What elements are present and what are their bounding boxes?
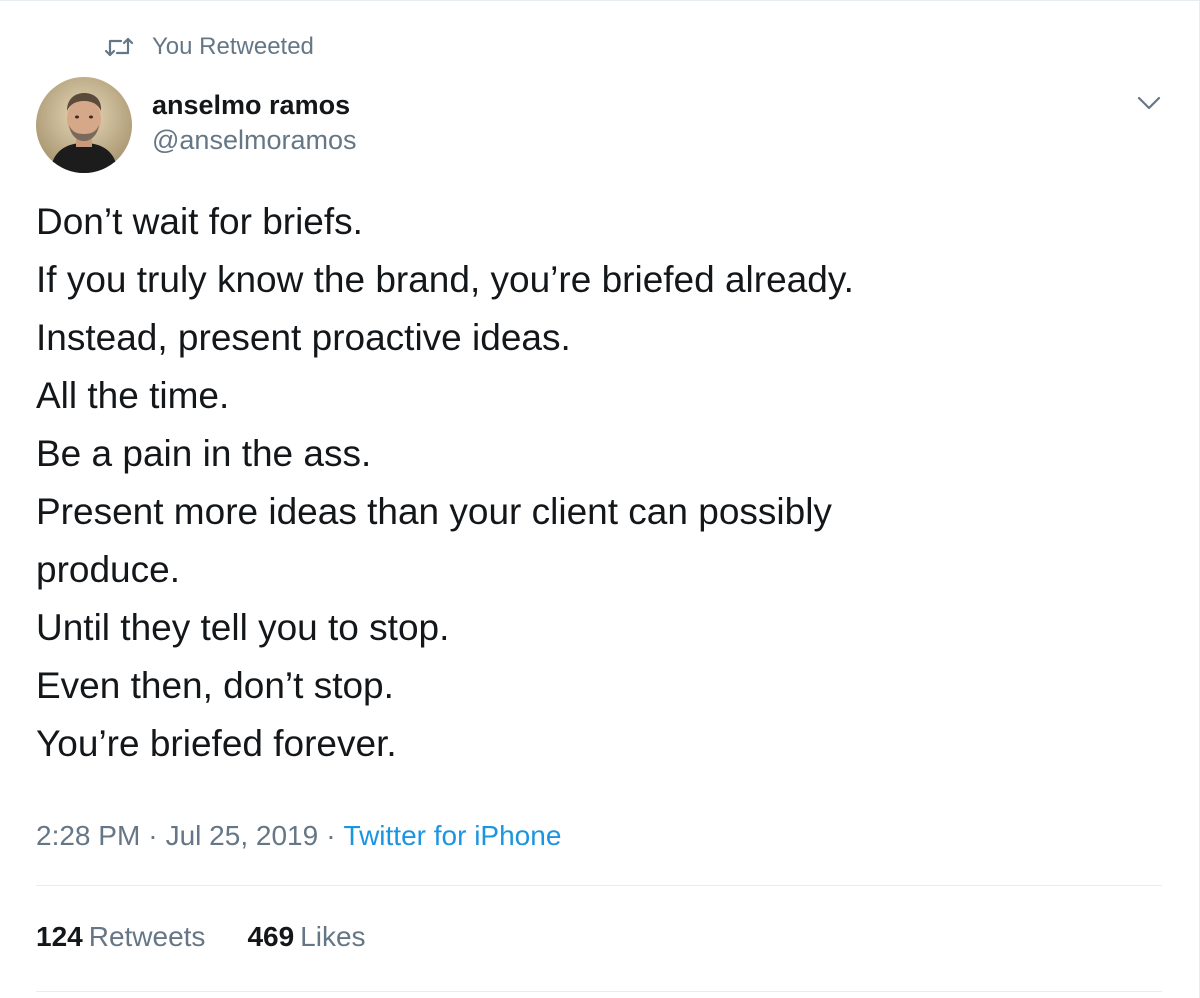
tweet-line: Present more ideas than your client can …: [36, 491, 832, 532]
tweet-line: Don’t wait for briefs.: [36, 201, 363, 242]
likes-stat[interactable]: 469 Likes: [247, 917, 365, 957]
avatar[interactable]: [36, 77, 132, 173]
meta-separator: ·: [148, 820, 158, 851]
retweet-icon: [104, 37, 134, 57]
tweet-line: produce.: [36, 549, 180, 590]
retweet-label: You Retweeted: [152, 33, 314, 60]
tweet-source-link[interactable]: Twitter for iPhone: [344, 820, 562, 851]
tweet-date[interactable]: Jul 25, 2019: [166, 820, 319, 851]
tweet-meta: 2:28 PM · Jul 25, 2019 · Twitter for iPhone: [36, 816, 561, 856]
chevron-down-icon: [1137, 96, 1161, 110]
tweet-card: You Retweeted anselmo ramos @anselmoramo…: [0, 0, 1200, 998]
retweets-stat[interactable]: 124 Retweets: [36, 917, 205, 957]
tweet-line: Even then, don’t stop.: [36, 665, 394, 706]
meta-separator: ·: [326, 820, 336, 851]
divider: [36, 991, 1162, 992]
retweets-label: Retweets: [88, 921, 206, 952]
tweet-stats: 124 Retweets 469 Likes: [36, 917, 408, 957]
display-name[interactable]: anselmo ramos: [152, 89, 356, 121]
tweet-line: Instead, present proactive ideas.: [36, 317, 571, 358]
tweet-line: All the time.: [36, 375, 230, 416]
tweet-menu-button[interactable]: [1134, 91, 1164, 115]
likes-count: 469: [247, 921, 295, 952]
tweet-line: You’re briefed forever.: [36, 723, 397, 764]
tweet-line: If you truly know the brand, you’re brie…: [36, 259, 854, 300]
tweet-text: Don’t wait for briefs. If you truly know…: [36, 193, 1166, 773]
retweets-count: 124: [36, 921, 83, 952]
likes-label: Likes: [300, 921, 366, 952]
tweet-line: Be a pain in the ass.: [36, 433, 372, 474]
user-info[interactable]: anselmo ramos @anselmoramos: [152, 89, 356, 157]
divider: [36, 885, 1162, 886]
retweet-context: You Retweeted: [104, 31, 314, 63]
tweet-line: Until they tell you to stop.: [36, 607, 450, 648]
tweet-time[interactable]: 2:28 PM: [36, 820, 140, 851]
user-handle[interactable]: @anselmoramos: [152, 123, 356, 157]
